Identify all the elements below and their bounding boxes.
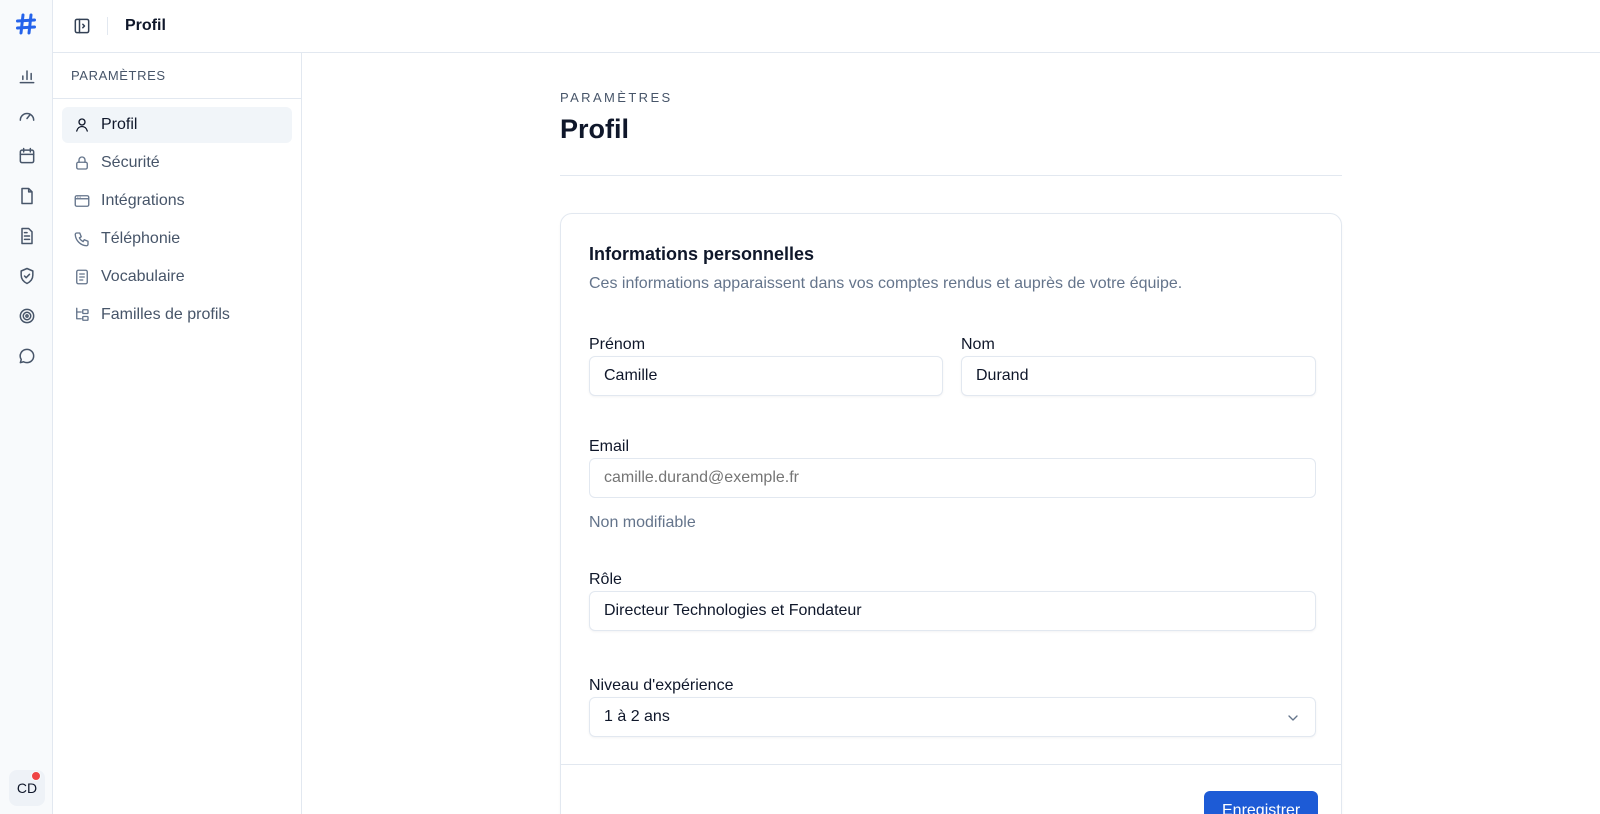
book-icon	[73, 268, 91, 286]
sidebar-item-label: Familles de profils	[101, 306, 230, 323]
sidebar-nav: Profil Sécurité Intégrations Téléphonie …	[53, 99, 301, 343]
document-icon[interactable]	[17, 226, 37, 246]
sidebar-item-label: Intégrations	[101, 192, 185, 209]
phone-icon	[73, 230, 91, 248]
hash-logo-icon[interactable]	[14, 12, 38, 36]
tree-icon	[73, 306, 91, 324]
chevron-down-icon	[1285, 710, 1301, 726]
personal-info-card: Informations personnelles Ces informatio…	[560, 213, 1342, 814]
topbar-separator	[107, 17, 108, 35]
last-name-input[interactable]	[961, 356, 1316, 396]
card-title: Informations personnelles	[589, 244, 815, 264]
shield-check-icon[interactable]	[17, 266, 37, 286]
header-divider	[560, 175, 1342, 176]
sidebar-item-label: Profil	[101, 116, 138, 133]
top-bar: Profil	[53, 0, 1600, 53]
sidebar-toggle-icon[interactable]	[72, 16, 92, 36]
topbar-title: Profil	[125, 17, 166, 34]
icon-rail: CD	[0, 0, 53, 814]
role-label: Rôle	[589, 571, 622, 588]
last-name-label: Nom	[961, 336, 995, 353]
save-button[interactable]: Enregistrer	[1204, 791, 1319, 814]
main-content: PARAMÈTRES Profil Informations personnel…	[302, 53, 1600, 814]
first-name-input[interactable]	[589, 356, 943, 396]
sidebar-item-profil[interactable]: Profil	[62, 107, 292, 143]
role-input[interactable]	[589, 591, 1316, 631]
email-label: Email	[589, 438, 630, 455]
sidebar-item-securite[interactable]: Sécurité	[62, 145, 292, 181]
email-hint: Non modifiable	[589, 514, 696, 531]
gauge-icon[interactable]	[17, 106, 37, 126]
file-icon[interactable]	[17, 186, 37, 206]
sidebar-item-familles-de-profils[interactable]: Familles de profils	[62, 297, 292, 333]
sidebar-item-integrations[interactable]: Intégrations	[62, 183, 292, 219]
user-icon	[73, 116, 91, 134]
page-eyebrow: PARAMÈTRES	[560, 90, 673, 105]
avatar-initials: CD	[16, 780, 38, 796]
sidebar-item-label: Sécurité	[101, 154, 160, 171]
experience-selected-value: 1 à 2 ans	[604, 708, 670, 725]
chat-bubble-icon[interactable]	[17, 346, 37, 366]
email-field	[589, 458, 1316, 498]
sidebar-item-label: Vocabulaire	[101, 268, 185, 285]
experience-select[interactable]: 1 à 2 ans	[589, 697, 1316, 737]
first-name-label: Prénom	[589, 336, 646, 353]
sidebar-item-vocabulaire[interactable]: Vocabulaire	[62, 259, 292, 295]
sidebar-heading: PARAMÈTRES	[53, 53, 301, 99]
notification-dot	[31, 771, 41, 781]
card-description: Ces informations apparaissent dans vos c…	[589, 275, 1183, 292]
bar-chart-icon[interactable]	[17, 66, 37, 86]
avatar[interactable]: CD	[9, 770, 45, 806]
calendar-icon[interactable]	[17, 146, 37, 166]
settings-sidebar: PARAMÈTRES Profil Sécurité Intégrations …	[53, 53, 302, 814]
browser-window-icon	[73, 192, 91, 210]
sidebar-item-label: Téléphonie	[101, 230, 181, 247]
sidebar-item-telephonie[interactable]: Téléphonie	[62, 221, 292, 257]
experience-label: Niveau d'expérience	[589, 677, 734, 694]
card-footer-divider	[561, 764, 1341, 765]
target-icon[interactable]	[17, 306, 37, 326]
page-title: Profil	[560, 114, 630, 144]
lock-icon	[73, 154, 91, 172]
